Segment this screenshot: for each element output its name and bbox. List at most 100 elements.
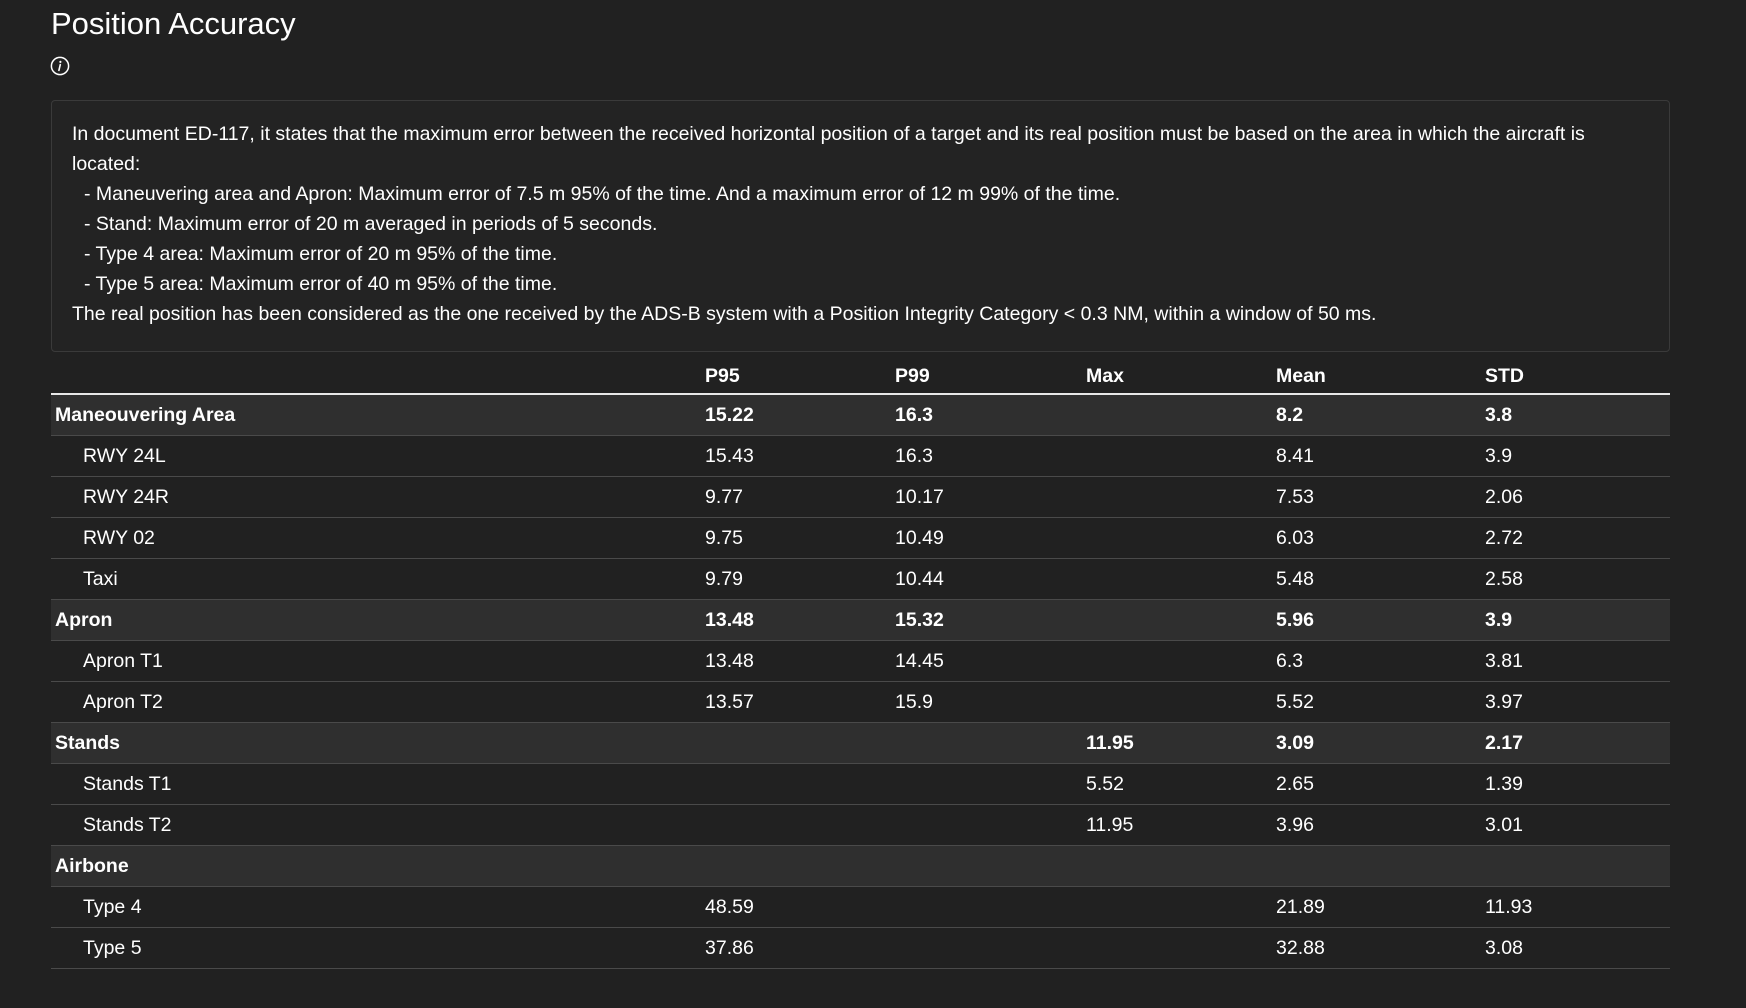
header-area <box>51 359 705 395</box>
cell-std: 3.9 <box>1485 435 1670 477</box>
table-group-row: Maneouvering Area 15.22 16.3 8.2 3.8 <box>51 394 1670 436</box>
cell-std: 3.9 <box>1485 599 1670 641</box>
header-max: Max <box>1086 359 1276 395</box>
cell-max <box>1086 558 1276 600</box>
cell-area: Stands <box>51 722 705 764</box>
description-bullet: - Type 5 area: Maximum error of 40 m 95%… <box>84 273 558 295</box>
cell-mean: 6.3 <box>1276 640 1485 682</box>
cell-p95: 15.22 <box>705 394 895 436</box>
table-row: Stands T1 5.52 2.65 1.39 <box>51 763 1670 805</box>
cell-std: 3.01 <box>1485 804 1670 846</box>
cell-max: 11.95 <box>1086 804 1276 846</box>
cell-p99: 15.32 <box>895 599 1086 641</box>
cell-std: 2.17 <box>1485 722 1670 764</box>
table-row: Type 5 37.86 32.88 3.08 <box>51 927 1670 969</box>
table-row: Type 4 48.59 21.89 11.93 <box>51 886 1670 928</box>
header-std: STD <box>1485 359 1670 395</box>
cell-p99: 10.44 <box>895 558 1086 600</box>
cell-mean: 32.88 <box>1276 927 1485 969</box>
cell-p95 <box>705 722 895 764</box>
description-bullet: - Type 4 area: Maximum error of 20 m 95%… <box>84 243 558 265</box>
description-footer: The real position has been considered as… <box>72 303 1377 325</box>
cell-std: 2.06 <box>1485 476 1670 518</box>
table-header-row: P95 P99 Max Mean STD <box>51 359 1670 395</box>
cell-area: Airbone <box>51 845 705 887</box>
cell-max <box>1086 476 1276 518</box>
header-p99: P99 <box>895 359 1086 395</box>
cell-area: Taxi <box>51 558 705 600</box>
cell-p95 <box>705 763 895 805</box>
cell-p99: 16.3 <box>895 435 1086 477</box>
cell-area: RWY 24L <box>51 435 705 477</box>
cell-max <box>1086 886 1276 928</box>
cell-mean: 8.41 <box>1276 435 1485 477</box>
description-bullet: - Maneuvering area and Apron: Maximum er… <box>84 183 1121 205</box>
cell-p95: 9.75 <box>705 517 895 559</box>
cell-max <box>1086 845 1276 887</box>
cell-mean: 3.96 <box>1276 804 1485 846</box>
cell-p95 <box>705 804 895 846</box>
cell-p95: 37.86 <box>705 927 895 969</box>
cell-area: Type 5 <box>51 927 705 969</box>
cell-p99: 14.45 <box>895 640 1086 682</box>
table-row: RWY 02 9.75 10.49 6.03 2.72 <box>51 517 1670 559</box>
cell-p95: 48.59 <box>705 886 895 928</box>
cell-max <box>1086 517 1276 559</box>
cell-max <box>1086 394 1276 436</box>
cell-area: Stands T2 <box>51 804 705 846</box>
cell-max: 5.52 <box>1086 763 1276 805</box>
cell-area: Apron <box>51 599 705 641</box>
cell-p95: 9.79 <box>705 558 895 600</box>
cell-p99 <box>895 886 1086 928</box>
cell-p99 <box>895 722 1086 764</box>
cell-area: RWY 02 <box>51 517 705 559</box>
cell-area: Apron T2 <box>51 681 705 723</box>
cell-p95: 13.57 <box>705 681 895 723</box>
cell-area: RWY 24R <box>51 476 705 518</box>
cell-max <box>1086 435 1276 477</box>
cell-p95: 13.48 <box>705 640 895 682</box>
cell-area: Type 4 <box>51 886 705 928</box>
description-bullet: - Stand: Maximum error of 20 m averaged … <box>84 213 658 235</box>
cell-p99: 15.9 <box>895 681 1086 723</box>
table-row: Apron T1 13.48 14.45 6.3 3.81 <box>51 640 1670 682</box>
cell-mean: 8.2 <box>1276 394 1485 436</box>
table-row: Stands T2 11.95 3.96 3.01 <box>51 804 1670 846</box>
cell-max <box>1086 681 1276 723</box>
header-p95: P95 <box>705 359 895 395</box>
cell-std: 3.81 <box>1485 640 1670 682</box>
cell-std: 1.39 <box>1485 763 1670 805</box>
cell-std <box>1485 845 1670 887</box>
cell-mean: 21.89 <box>1276 886 1485 928</box>
cell-max <box>1086 927 1276 969</box>
cell-std: 3.08 <box>1485 927 1670 969</box>
info-icon[interactable] <box>50 56 70 76</box>
cell-max <box>1086 599 1276 641</box>
cell-mean: 2.65 <box>1276 763 1485 805</box>
cell-p95: 13.48 <box>705 599 895 641</box>
cell-mean <box>1276 845 1485 887</box>
cell-mean: 5.48 <box>1276 558 1485 600</box>
cell-max <box>1086 640 1276 682</box>
cell-std: 2.58 <box>1485 558 1670 600</box>
cell-p99: 10.49 <box>895 517 1086 559</box>
cell-p99: 16.3 <box>895 394 1086 436</box>
table-row: RWY 24L 15.43 16.3 8.41 3.9 <box>51 435 1670 477</box>
cell-p95: 15.43 <box>705 435 895 477</box>
position-accuracy-table: P95 P99 Max Mean STD Maneouvering Area 15… <box>51 359 1670 969</box>
cell-mean: 6.03 <box>1276 517 1485 559</box>
cell-p99 <box>895 763 1086 805</box>
table-row: Apron T2 13.57 15.9 5.52 3.97 <box>51 681 1670 723</box>
table-group-row: Apron 13.48 15.32 5.96 3.9 <box>51 599 1670 641</box>
cell-p95 <box>705 845 895 887</box>
cell-area: Apron T1 <box>51 640 705 682</box>
cell-p99 <box>895 927 1086 969</box>
cell-p99 <box>895 845 1086 887</box>
cell-area: Maneouvering Area <box>51 394 705 436</box>
cell-mean: 5.52 <box>1276 681 1485 723</box>
description-intro: In document ED-117, it states that the m… <box>72 123 1585 175</box>
header-mean: Mean <box>1276 359 1485 395</box>
description-box: In document ED-117, it states that the m… <box>51 100 1670 352</box>
cell-max: 11.95 <box>1086 722 1276 764</box>
cell-p99 <box>895 804 1086 846</box>
